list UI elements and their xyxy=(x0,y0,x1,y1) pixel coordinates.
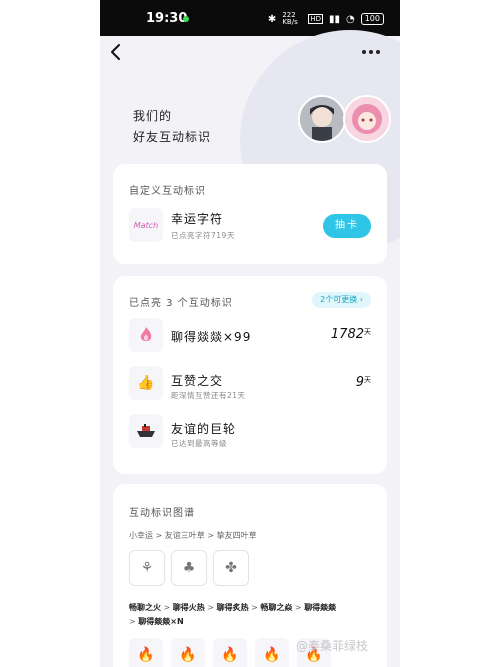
custom-badge-card: 自定义互动标识 Match 幸运字符 已点亮字符719天 抽卡 xyxy=(113,164,387,264)
flame-icon: 🔥 xyxy=(129,638,163,667)
badge-sub: 已达到最高等级 xyxy=(171,439,227,448)
flame-path-cont: > 聊得燚燚×N xyxy=(129,617,184,626)
sprout-icon: ⚘ xyxy=(129,550,165,586)
phone-screen: 19:30 ✱ 222 KB/s HD ▮▮ ◔ 100 我们的 好友互动标识 xyxy=(100,0,400,667)
badge-name: 聊得燚燚×99 xyxy=(171,330,252,344)
hd-icon: HD xyxy=(308,14,323,24)
flame-icon: 🔥 xyxy=(213,638,247,667)
battery-icon: 100 xyxy=(360,13,384,25)
signal-icon: ▮▮ xyxy=(328,13,340,25)
flame-icon: 🔥 xyxy=(255,638,289,667)
avatar-girl-image xyxy=(345,97,389,141)
swap-button[interactable]: 2个可更换 › xyxy=(312,292,371,308)
badge-days: 9天 xyxy=(355,375,371,390)
more-dot xyxy=(376,50,380,54)
card-title: 互动标识图谱 xyxy=(129,508,195,519)
page-title: 我们的 好友互动标识 xyxy=(133,106,211,148)
card-title: 已点亮 3 个互动标识 xyxy=(129,298,233,309)
avatar-boy-image xyxy=(300,97,344,141)
friend-avatar[interactable] xyxy=(298,95,346,143)
status-icons: ✱ 222 KB/s HD ▮▮ ◔ 100 xyxy=(268,12,384,26)
chevron-right-icon: › xyxy=(359,295,363,304)
lit-badges-card: 已点亮 3 个互动标识 2个可更换 › 聊得燚燚×99 1782天 👍 互赞之交… xyxy=(113,276,387,474)
card-title: 自定义互动标识 xyxy=(129,186,206,197)
chevron-left-icon xyxy=(111,44,120,60)
page-title-line2: 好友互动标识 xyxy=(133,130,212,144)
flame-path: 畅聊之火 > 聊得火热 > 聊得炙热 > 畅聊之焱 > 聊得燚燚 xyxy=(129,603,337,612)
flame-icon xyxy=(129,318,163,352)
more-dot xyxy=(362,50,366,54)
badge-sub: 已点亮字符719天 xyxy=(171,231,235,240)
badge-name: 幸运字符 xyxy=(171,212,224,226)
three-leaf-clover-icon: ♣ xyxy=(171,550,207,586)
bluetooth-icon: ✱ xyxy=(267,13,277,25)
wifi-icon: ◔ xyxy=(345,13,355,25)
back-button[interactable] xyxy=(106,42,126,62)
my-avatar[interactable] xyxy=(343,95,391,143)
lucky-chars-badge-icon: Match xyxy=(129,208,163,242)
ship-icon xyxy=(129,414,163,448)
four-leaf-clover-icon: ✤ xyxy=(213,550,249,586)
notification-dot xyxy=(183,16,189,22)
more-dot xyxy=(369,50,373,54)
watermark: @泰桑菲绿枝 xyxy=(296,639,369,653)
badge-days: 1782天 xyxy=(330,327,371,342)
badge-sub: 距深情互赞还有21天 xyxy=(171,391,246,400)
thumbs-up-icon: 👍 xyxy=(129,366,163,400)
page-title-line1: 我们的 xyxy=(133,109,173,123)
flame-icon: 🔥 xyxy=(171,638,205,667)
badge-name: 友谊的巨轮 xyxy=(171,422,237,436)
status-time: 19:30 xyxy=(146,11,188,26)
more-button[interactable] xyxy=(362,50,380,54)
badge-name: 互赞之交 xyxy=(171,374,224,388)
clover-path: 小幸运 > 友谊三叶草 > 挚友四叶草 xyxy=(129,531,257,540)
draw-card-button[interactable]: 抽卡 xyxy=(323,214,371,238)
network-speed: 222 KB/s xyxy=(282,11,298,26)
